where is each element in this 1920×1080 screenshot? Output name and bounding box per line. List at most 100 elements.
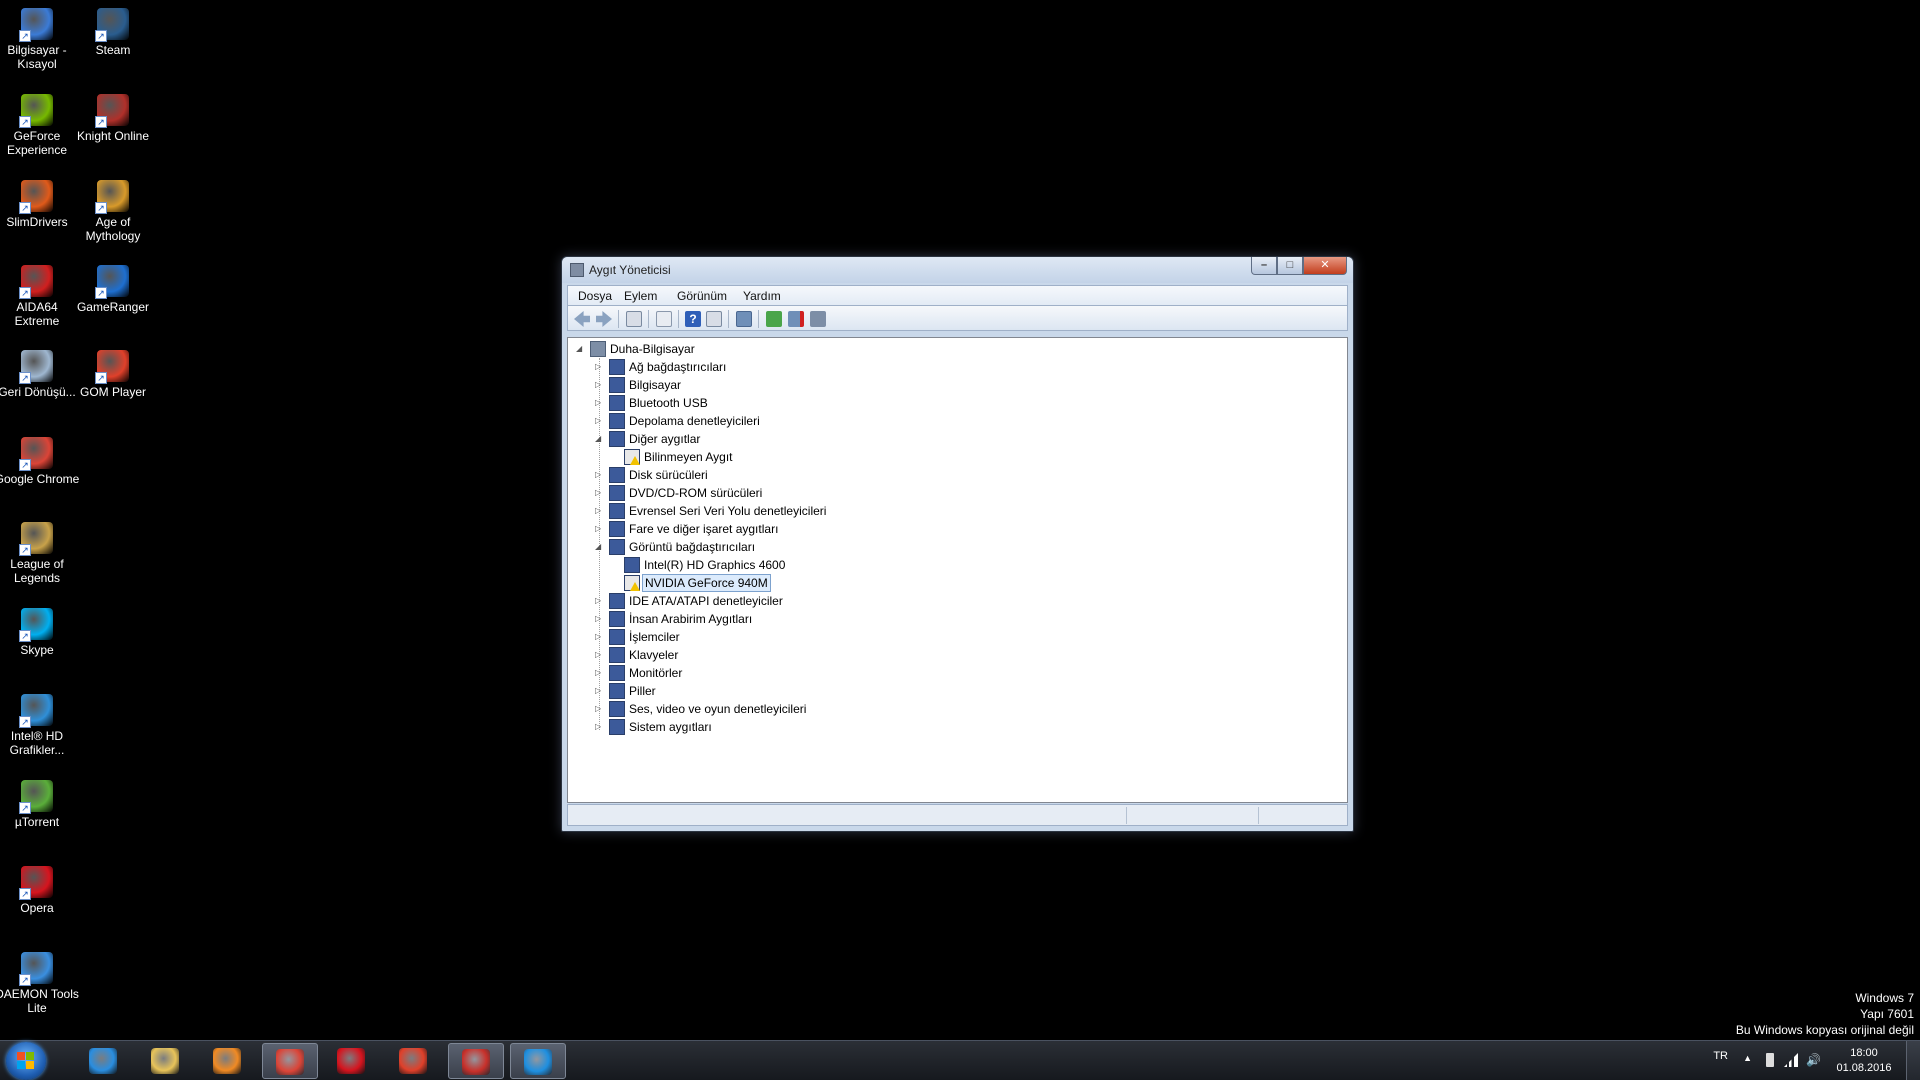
tree-category-node[interactable]: ▷ Ağ bağdaştırıcıları bbox=[595, 358, 1015, 376]
tree-category-node[interactable]: ▷ Sistem aygıtları bbox=[595, 718, 1015, 736]
expand-icon[interactable]: ▷ bbox=[595, 722, 604, 731]
expand-icon[interactable]: ▷ bbox=[595, 632, 604, 641]
tree-category-node[interactable]: ▷ Disk sürücüleri bbox=[595, 466, 1015, 484]
menu-eylem[interactable]: Eylem bbox=[624, 289, 657, 303]
menu-gorunum[interactable]: Görünüm bbox=[677, 289, 727, 303]
collapse-icon[interactable]: ◢ bbox=[595, 542, 604, 551]
menu-dosya[interactable]: Dosya bbox=[578, 289, 612, 303]
expand-icon[interactable]: ▷ bbox=[595, 416, 604, 425]
desktop-icon[interactable]: ↗ Bilgisayar - Kısayol bbox=[0, 8, 80, 71]
tree-device-node[interactable]: Intel(R) HD Graphics 4600 bbox=[610, 556, 1030, 574]
tree-category-node[interactable]: ▷ IDE ATA/ATAPI denetleyiciler bbox=[595, 592, 1015, 610]
tree-category-node[interactable]: ▷ Bilgisayar bbox=[595, 376, 1015, 394]
expand-icon[interactable]: ▷ bbox=[595, 506, 604, 515]
tree-node-label: İşlemciler bbox=[629, 630, 680, 644]
tree-category-node[interactable]: ▷ Fare ve diğer işaret aygıtları bbox=[595, 520, 1015, 538]
tree-category-node[interactable]: ◢ Görüntü bağdaştırıcıları bbox=[595, 538, 1015, 556]
expand-icon[interactable]: ▷ bbox=[595, 362, 604, 371]
desktop-icon[interactable]: ↗ Google Chrome bbox=[0, 437, 80, 486]
desktop-icon[interactable]: ↗ Intel® HD Grafikler... bbox=[0, 694, 80, 757]
uninstall-device-icon[interactable] bbox=[788, 311, 804, 327]
tree-node-label: Bluetooth USB bbox=[629, 396, 708, 410]
volume-tray-icon[interactable]: 🔊 bbox=[1806, 1053, 1821, 1067]
taskbar-button[interactable] bbox=[138, 1043, 194, 1079]
tree-category-node[interactable]: ▷ İnsan Arabirim Aygıtları bbox=[595, 610, 1015, 628]
expand-icon[interactable]: ▷ bbox=[595, 686, 604, 695]
desktop-icon[interactable]: ↗ SlimDrivers bbox=[0, 180, 80, 229]
desktop-icon[interactable]: ↗ Knight Online bbox=[70, 94, 156, 143]
properties-icon[interactable] bbox=[656, 311, 672, 327]
tree-category-node[interactable]: ▷ Monitörler bbox=[595, 664, 1015, 682]
help-icon[interactable]: ? bbox=[685, 311, 701, 327]
clock[interactable]: 18:00 01.08.2016 bbox=[1834, 1046, 1894, 1076]
back-icon[interactable] bbox=[574, 311, 590, 327]
system-tray: TR ▲ 🔊 18:00 01.08.2016 bbox=[1680, 1041, 1920, 1080]
desktop-icon[interactable]: ↗ GameRanger bbox=[70, 265, 156, 314]
language-indicator[interactable]: TR bbox=[1713, 1050, 1728, 1062]
close-button[interactable]: ✕ bbox=[1303, 257, 1347, 275]
expand-icon[interactable]: ▷ bbox=[595, 470, 604, 479]
show-hidden-icons-icon[interactable]: ▲ bbox=[1743, 1053, 1752, 1063]
tree-category-node[interactable]: ▷ DVD/CD-ROM sürücüleri bbox=[595, 484, 1015, 502]
desktop-icon[interactable]: ↗ GeForce Experience bbox=[0, 94, 80, 157]
taskbar-button[interactable] bbox=[324, 1043, 380, 1079]
tree-category-node[interactable]: ◢ Diğer aygıtlar bbox=[595, 430, 1015, 448]
desktop-icon[interactable]: ↗ Skype bbox=[0, 608, 80, 657]
device-manager-window[interactable]: Aygıt Yöneticisi – □ ✕ Dosya Eylem Görün… bbox=[561, 256, 1354, 832]
desktop-icon[interactable]: ↗ GOM Player bbox=[70, 350, 156, 399]
expand-icon[interactable]: ▷ bbox=[595, 398, 604, 407]
update-driver-icon[interactable] bbox=[766, 311, 782, 327]
taskbar-button[interactable] bbox=[200, 1043, 256, 1079]
desktop-icon[interactable]: ↗ League of Legends bbox=[0, 522, 80, 585]
desktop-icon[interactable]: ↗ AIDA64 Extreme bbox=[0, 265, 80, 328]
network-tray-icon[interactable] bbox=[1784, 1053, 1798, 1067]
desktop-icon[interactable]: ↗ Opera bbox=[0, 866, 80, 915]
taskbar-button[interactable] bbox=[386, 1043, 442, 1079]
show-desktop-button[interactable] bbox=[1906, 1041, 1920, 1080]
tree-device-node[interactable]: NVIDIA GeForce 940M bbox=[610, 574, 1030, 592]
tree-category-node[interactable]: ▷ Evrensel Seri Veri Yolu denetleyicileri bbox=[595, 502, 1015, 520]
desktop-icon[interactable]: ↗ µTorrent bbox=[0, 780, 80, 829]
collapse-icon[interactable]: ◢ bbox=[576, 344, 585, 353]
expand-icon[interactable]: ▷ bbox=[595, 524, 604, 533]
desktop-icon[interactable]: ↗ Geri Dönüşü... bbox=[0, 350, 80, 399]
expand-icon[interactable]: ▷ bbox=[595, 704, 604, 713]
tree-node-label: Klavyeler bbox=[629, 648, 679, 662]
desktop-icon[interactable]: ↗ DAEMON Tools Lite bbox=[0, 952, 80, 1015]
taskbar-button[interactable] bbox=[262, 1043, 318, 1079]
desktop-icon[interactable]: ↗ Steam bbox=[70, 8, 156, 57]
battery-tray-icon[interactable] bbox=[1766, 1053, 1774, 1067]
expand-icon[interactable]: ▷ bbox=[595, 668, 604, 677]
expand-icon[interactable]: ▷ bbox=[595, 614, 604, 623]
tree-category-node[interactable]: ▷ Bluetooth USB bbox=[595, 394, 1015, 412]
audio-icon bbox=[609, 701, 625, 717]
scan-hardware-icon[interactable] bbox=[736, 311, 752, 327]
expand-icon[interactable]: ▷ bbox=[595, 488, 604, 497]
taskbar-button[interactable] bbox=[76, 1043, 132, 1079]
tree-category-node[interactable]: ▷ Klavyeler bbox=[595, 646, 1015, 664]
tree-category-node[interactable]: ▷ Depolama denetleyicileri bbox=[595, 412, 1015, 430]
action-pane-icon[interactable] bbox=[706, 311, 722, 327]
taskbar-button[interactable] bbox=[448, 1043, 504, 1079]
tree-node-label: Monitörler bbox=[629, 666, 683, 680]
expand-icon[interactable]: ▷ bbox=[595, 380, 604, 389]
tree-root[interactable]: ◢ Duha-Bilgisayar bbox=[576, 340, 876, 358]
disable-device-icon[interactable] bbox=[810, 311, 826, 327]
desktop-icon[interactable]: ↗ Age of Mythology bbox=[70, 180, 156, 243]
expand-icon[interactable]: ▷ bbox=[595, 596, 604, 605]
forward-icon[interactable] bbox=[596, 311, 612, 327]
taskbar-button[interactable] bbox=[510, 1043, 566, 1079]
menu-yardim[interactable]: Yardım bbox=[743, 289, 781, 303]
expand-icon[interactable]: ▷ bbox=[595, 650, 604, 659]
minimize-button[interactable]: – bbox=[1251, 257, 1277, 275]
tree-category-node[interactable]: ▷ Ses, video ve oyun denetleyicileri bbox=[595, 700, 1015, 718]
title-bar[interactable]: Aygıt Yöneticisi – □ ✕ bbox=[562, 257, 1353, 283]
maximize-button[interactable]: □ bbox=[1277, 257, 1303, 275]
tree-device-node[interactable]: Bilinmeyen Aygıt bbox=[610, 448, 1030, 466]
mouse-icon bbox=[609, 521, 625, 537]
collapse-icon[interactable]: ◢ bbox=[595, 434, 604, 443]
show-hide-console-tree-icon[interactable] bbox=[626, 311, 642, 327]
tree-category-node[interactable]: ▷ İşlemciler bbox=[595, 628, 1015, 646]
start-button[interactable] bbox=[6, 1042, 46, 1080]
tree-category-node[interactable]: ▷ Piller bbox=[595, 682, 1015, 700]
